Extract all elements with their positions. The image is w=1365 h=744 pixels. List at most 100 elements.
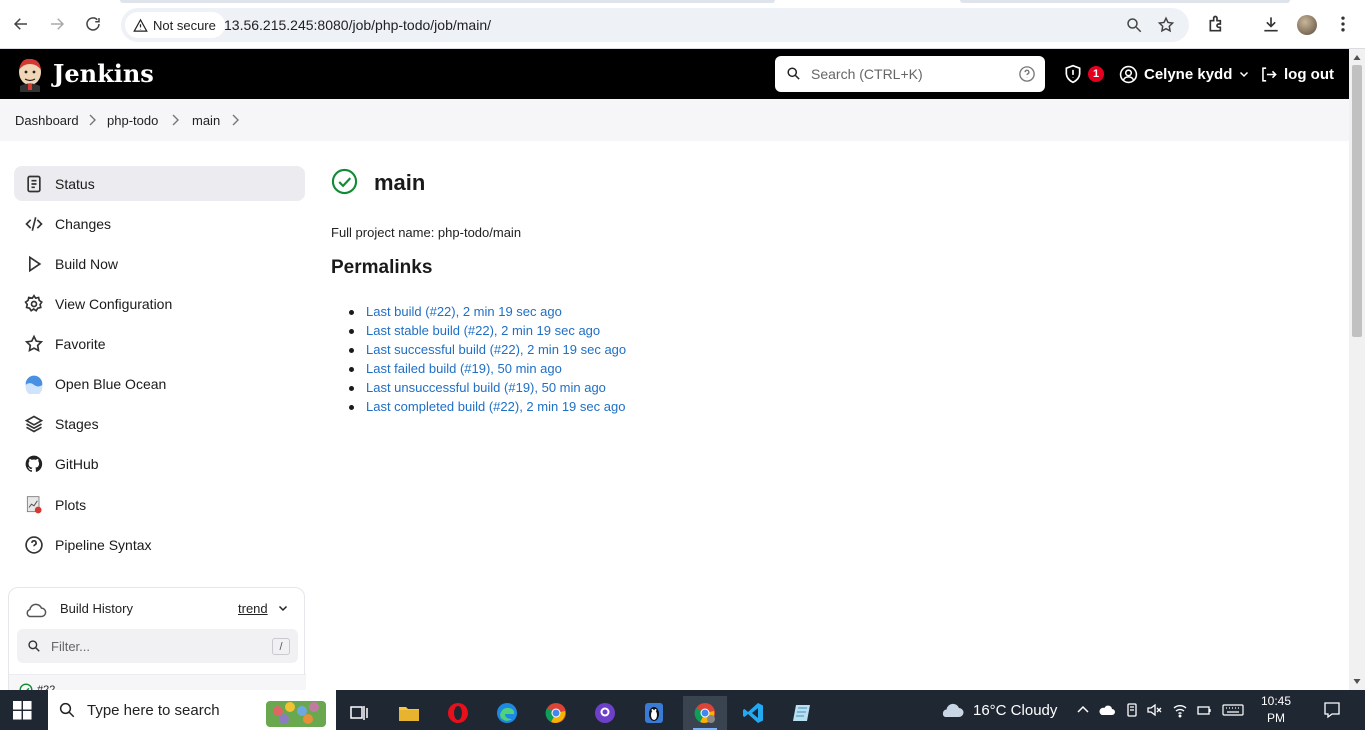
search-input[interactable]	[811, 63, 1011, 85]
permalink-last-completed-build[interactable]: Last completed build (#22), 2 min 19 sec…	[366, 399, 625, 414]
extensions-icon[interactable]	[1207, 14, 1227, 34]
volume-muted-icon[interactable]	[1146, 702, 1162, 718]
jenkins-brand[interactable]: Jenkins	[53, 59, 154, 88]
back-button[interactable]	[9, 12, 33, 36]
sidebar-item-changes[interactable]: Changes	[14, 206, 305, 241]
wifi-icon[interactable]	[1172, 702, 1188, 718]
page-title: main	[374, 170, 426, 195]
profile-avatar[interactable]	[1297, 15, 1317, 35]
trend-link[interactable]: trend	[238, 601, 268, 616]
more-vert-icon[interactable]	[1333, 14, 1353, 34]
permalink-last-failed-build[interactable]: Last failed build (#19), 50 min ago	[366, 361, 562, 376]
download-icon[interactable]	[1261, 14, 1281, 34]
breadcrumb-php-todo[interactable]: php-todo	[107, 113, 158, 128]
github-desktop-icon	[595, 703, 615, 723]
full-project-name: Full project name: php-todo/main	[331, 225, 522, 240]
url-text[interactable]: 13.56.215.245:8080/job/php-todo/job/main…	[224, 17, 491, 33]
address-bar[interactable]: Not secure 13.56.215.245:8080/job/php-to…	[121, 8, 1189, 42]
taskbar-search[interactable]: Type here to search	[48, 690, 336, 730]
permalink-last-stable-build[interactable]: Last stable build (#22), 2 min 19 sec ag…	[366, 323, 600, 338]
user-menu[interactable]: Celyne kydd	[1119, 64, 1250, 84]
taskbar-edge[interactable]	[485, 696, 529, 730]
warning-icon	[133, 18, 148, 32]
build-filter-input[interactable]	[51, 637, 251, 655]
taskbar-file-explorer[interactable]	[387, 696, 431, 730]
notification-icon[interactable]	[1323, 701, 1341, 719]
sidebar-item-status[interactable]: Status	[14, 166, 305, 201]
bookmark-star-icon[interactable]	[1157, 16, 1175, 34]
taskbar-linux-app[interactable]	[632, 696, 676, 730]
arrow-left-icon	[13, 18, 27, 30]
search-box[interactable]	[775, 56, 1045, 92]
chrome-profile-icon	[694, 703, 715, 723]
scroll-down-arrow-icon[interactable]	[1353, 677, 1361, 685]
taskbar-github-desktop[interactable]	[583, 696, 627, 730]
sidebar-item-open-blue-ocean[interactable]: Open Blue Ocean	[14, 366, 305, 401]
battery-icon[interactable]	[1196, 702, 1212, 718]
chevron-right-icon	[89, 114, 96, 126]
permalink-last-unsuccessful-build[interactable]: Last unsuccessful build (#19), 50 min ag…	[366, 380, 606, 395]
task-view-icon	[350, 706, 368, 720]
chevron-right-icon[interactable]	[170, 114, 180, 126]
device-icon[interactable]	[1124, 702, 1140, 718]
weather-widget[interactable]: 16°C Cloudy	[939, 700, 1057, 720]
permalink-last-build[interactable]: Last build (#22), 2 min 19 sec ago	[366, 304, 562, 319]
edge-icon	[497, 703, 517, 723]
chevron-right-icon[interactable]	[230, 114, 240, 126]
alert-count-badge[interactable]: 1	[1088, 66, 1104, 82]
zoom-icon[interactable]	[1125, 16, 1143, 34]
chevron-down-icon[interactable]	[277, 602, 289, 614]
gear-icon	[24, 294, 43, 312]
windows-start-icon[interactable]	[13, 701, 32, 720]
reload-button[interactable]	[81, 12, 105, 36]
weather-text: 16°C Cloudy	[973, 701, 1058, 719]
chevron-up-icon[interactable]	[1075, 702, 1091, 718]
build-history-widget: Build History trend / #22	[8, 587, 306, 708]
sidebar-item-label: Status	[55, 176, 95, 192]
forward-button[interactable]	[45, 12, 69, 36]
permalink-last-successful-build[interactable]: Last successful build (#22), 2 min 19 se…	[366, 342, 626, 357]
taskbar-notes-app[interactable]	[780, 696, 824, 730]
sidebar-item-github[interactable]: GitHub	[14, 446, 305, 481]
build-filter[interactable]: /	[17, 629, 298, 663]
onedrive-icon[interactable]	[1099, 702, 1115, 718]
breadcrumb-main[interactable]: main	[192, 113, 220, 128]
breadcrumb-dashboard[interactable]: Dashboard	[15, 113, 79, 128]
sidebar-item-pipeline-syntax[interactable]: Pipeline Syntax	[14, 527, 305, 562]
sidebar-item-label: Stages	[55, 416, 99, 432]
scroll-thumb[interactable]	[1352, 65, 1362, 337]
sidebar-item-view-configuration[interactable]: View Configuration	[14, 286, 305, 321]
list-item: Last stable build (#22), 2 min 19 sec ag…	[349, 323, 626, 342]
sidebar-item-favorite[interactable]: Favorite	[14, 326, 305, 361]
taskbar-vscode[interactable]	[731, 696, 775, 730]
task-view-button[interactable]	[337, 696, 381, 730]
sidebar-item-label: Open Blue Ocean	[55, 376, 167, 392]
sidebar-item-plots[interactable]: Plots	[14, 487, 305, 522]
list-item: Last completed build (#22), 2 min 19 sec…	[349, 399, 626, 418]
github-icon	[25, 455, 43, 472]
chrome-icon	[545, 703, 566, 723]
sidebar-item-stages[interactable]: Stages	[14, 406, 305, 441]
system-clock[interactable]: 10:45 PM 7/17/2024	[1251, 693, 1304, 744]
cloud-icon	[942, 703, 964, 717]
opera-icon	[448, 703, 468, 723]
taskbar-chrome[interactable]	[534, 696, 578, 730]
keyboard-icon[interactable]	[1222, 702, 1244, 718]
page-scrollbar[interactable]	[1349, 49, 1365, 690]
security-alert-icon[interactable]	[1063, 64, 1083, 84]
help-icon[interactable]	[1018, 65, 1036, 83]
sidebar-item-build-now[interactable]: Build Now	[14, 246, 305, 281]
tab-strip-edge	[960, 0, 1290, 3]
site-info-chip[interactable]: Not secure	[125, 12, 225, 38]
taskbar-chrome-active[interactable]	[683, 696, 727, 730]
logout-link[interactable]: log out	[1259, 64, 1334, 84]
plot-icon	[26, 496, 42, 514]
scroll-up-arrow-icon[interactable]	[1353, 54, 1361, 62]
success-status-icon	[331, 168, 358, 195]
taskbar-opera[interactable]	[436, 696, 480, 730]
star-icon	[24, 334, 44, 353]
list-item: Last successful build (#22), 2 min 19 se…	[349, 342, 626, 361]
jenkins-logo-icon[interactable]	[15, 56, 45, 92]
sidebar-item-label: Changes	[55, 216, 112, 232]
browser-toolbar: Not secure 13.56.215.245:8080/job/php-to…	[0, 0, 1365, 49]
